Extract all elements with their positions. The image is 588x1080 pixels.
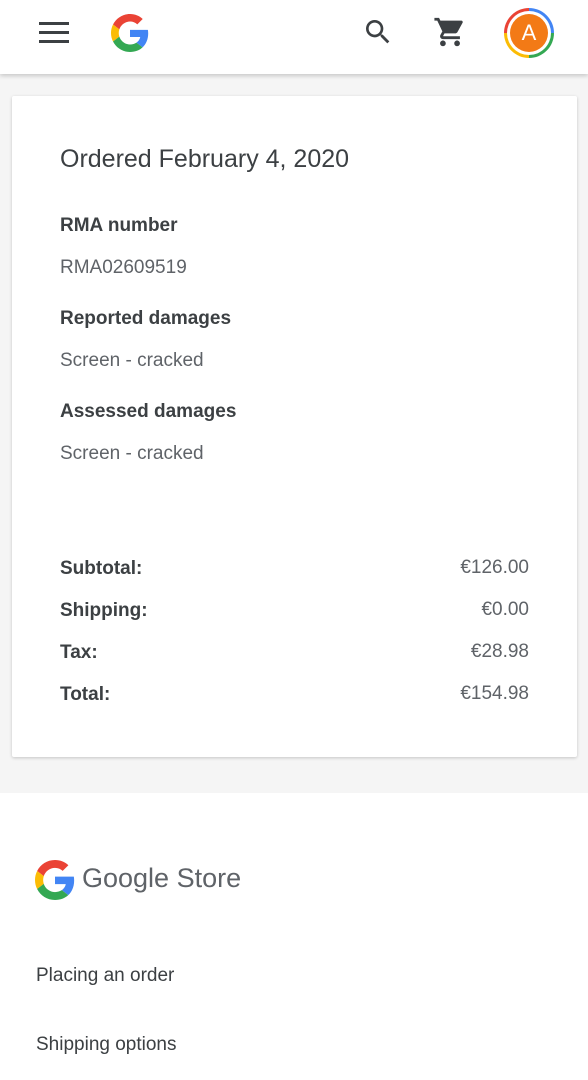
app-bar: A: [0, 0, 588, 74]
shipping-label: Shipping:: [60, 600, 148, 621]
order-date-title: Ordered February 4, 2020: [60, 145, 350, 173]
reported-damages-label: Reported damages: [60, 308, 232, 329]
reported-damages-value: Screen - cracked: [60, 350, 204, 371]
cart-icon[interactable]: [433, 15, 467, 49]
footer: Google Store Placing an order Shipping o…: [0, 793, 588, 1080]
subtotal-value: €126.00: [460, 557, 529, 578]
shipping-value: €0.00: [481, 599, 529, 620]
order-details-card: Ordered February 4, 2020 RMA number RMA0…: [12, 96, 577, 757]
google-logo-icon[interactable]: [111, 14, 149, 52]
avatar[interactable]: A: [504, 8, 554, 58]
search-icon[interactable]: [362, 16, 394, 48]
store-name[interactable]: Google Store: [82, 863, 241, 894]
rma-number-value: RMA02609519: [60, 257, 187, 278]
menu-icon[interactable]: [39, 22, 69, 44]
assessed-damages-value: Screen - cracked: [60, 443, 204, 464]
footer-link-shipping-options[interactable]: Shipping options: [36, 1034, 177, 1056]
rma-number-label: RMA number: [60, 215, 178, 236]
google-store-logo-icon[interactable]: [35, 860, 75, 900]
avatar-ring: A: [507, 11, 551, 55]
total-value: €154.98: [460, 683, 529, 704]
avatar-initial: A: [510, 14, 548, 52]
total-label: Total:: [60, 684, 111, 705]
tax-value: €28.98: [470, 641, 529, 662]
subtotal-label: Subtotal:: [60, 558, 143, 579]
footer-link-placing-order[interactable]: Placing an order: [36, 965, 174, 987]
tax-label: Tax:: [60, 642, 98, 663]
assessed-damages-label: Assessed damages: [60, 401, 237, 422]
